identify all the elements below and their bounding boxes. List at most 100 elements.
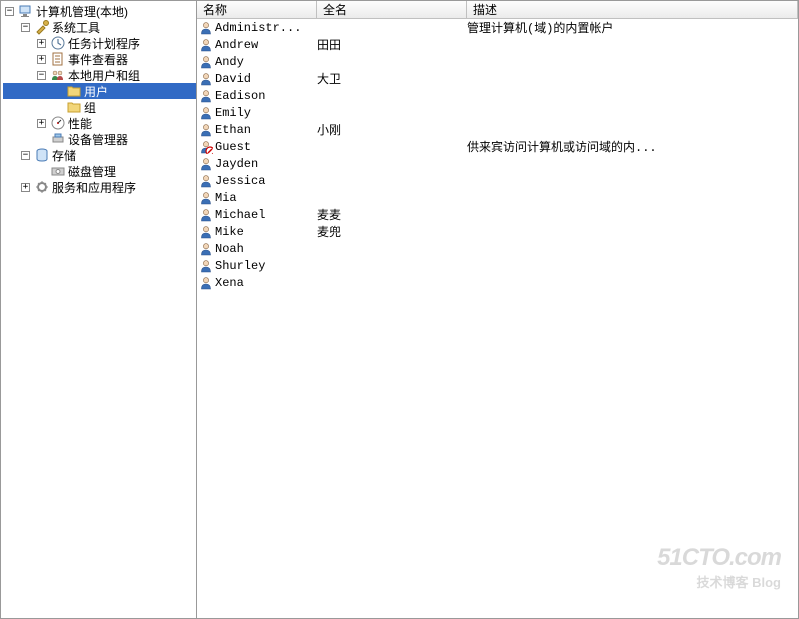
- user-disabled-icon: [199, 140, 213, 154]
- user-icon: [199, 106, 213, 120]
- table-row[interactable]: Andrew 田田: [197, 36, 798, 53]
- tree-item[interactable]: 设备管理器: [3, 131, 196, 147]
- user-icon: [199, 208, 213, 222]
- cell-name: Shurley: [199, 259, 317, 273]
- user-name-label: David: [215, 72, 251, 86]
- table-row[interactable]: Shurley: [197, 257, 798, 274]
- user-icon: [199, 225, 213, 239]
- user-icon: [199, 38, 213, 52]
- tree-item-label: 任务计划程序: [68, 35, 140, 52]
- col-header-name[interactable]: 名称: [197, 1, 317, 18]
- user-name-label: Emily: [215, 106, 251, 120]
- user-name-label: Ethan: [215, 123, 251, 137]
- users-group-icon: [50, 67, 66, 83]
- user-name-label: Andrew: [215, 38, 258, 52]
- cell-name: Xena: [199, 276, 317, 290]
- table-row[interactable]: Mike麦兜: [197, 223, 798, 240]
- user-name-label: Guest: [215, 140, 251, 154]
- collapse-toggle[interactable]: −: [37, 71, 46, 80]
- tree-item-label: 系统工具: [52, 19, 100, 36]
- folder-icon: [66, 99, 82, 115]
- tree-item[interactable]: − 系统工具: [3, 19, 196, 35]
- user-name-label: Shurley: [215, 259, 265, 273]
- tree-item[interactable]: +服务和应用程序: [3, 179, 196, 195]
- tree-item[interactable]: + 事件查看器: [3, 51, 196, 67]
- table-row[interactable]: Jessica: [197, 172, 798, 189]
- tree-item[interactable]: − 本地用户和组: [3, 67, 196, 83]
- expand-toggle[interactable]: +: [37, 39, 46, 48]
- tree-item-label: 用户: [84, 83, 108, 100]
- collapse-toggle[interactable]: −: [5, 7, 14, 16]
- table-row[interactable]: Ethan小刚: [197, 121, 798, 138]
- cell-name: Guest: [199, 140, 317, 154]
- tree-item[interactable]: 组: [3, 99, 196, 115]
- tree-item[interactable]: 用户: [3, 83, 196, 99]
- user-name-label: Mia: [215, 191, 237, 205]
- table-row[interactable]: Xena: [197, 274, 798, 291]
- tree-item-label: 本地用户和组: [68, 67, 140, 84]
- list-body: Administr...管理计算机(域)的内置帐户Andrew田田AndyDav…: [197, 19, 798, 618]
- user-name-label: Andy: [215, 55, 244, 69]
- cell-name: Mia: [199, 191, 317, 205]
- cell-name: Mike: [199, 225, 317, 239]
- tree-item[interactable]: + 性能: [3, 115, 196, 131]
- tree-item-label: 性能: [68, 115, 92, 132]
- user-icon: [199, 157, 213, 171]
- user-icon: [199, 259, 213, 273]
- cell-fullname: 大卫: [317, 70, 467, 87]
- cell-name: Administr...: [199, 21, 317, 35]
- tree-item-label: 组: [84, 99, 96, 116]
- user-name-label: Xena: [215, 276, 244, 290]
- table-row[interactable]: Mia: [197, 189, 798, 206]
- col-header-description[interactable]: 描述: [467, 1, 798, 18]
- tree-item[interactable]: + 任务计划程序: [3, 35, 196, 51]
- user-name-label: Mike: [215, 225, 244, 239]
- cell-name: Jessica: [199, 174, 317, 188]
- user-icon: [199, 276, 213, 290]
- table-row[interactable]: Noah: [197, 240, 798, 257]
- nav-tree: −计算机管理(本地)−系统工具+任务计划程序+事件查看器−本地用户和组用户组+性…: [1, 1, 197, 618]
- table-row[interactable]: David 大卫: [197, 70, 798, 87]
- table-row[interactable]: Emily: [197, 104, 798, 121]
- user-list-panel: 名称 全名 描述 Administr...管理计算机(域)的内置帐户Andrew…: [197, 1, 798, 618]
- disk-icon: [50, 163, 66, 179]
- cell-name: Eadison: [199, 89, 317, 103]
- cell-fullname: 田田: [317, 36, 467, 53]
- table-row[interactable]: Andy: [197, 53, 798, 70]
- user-name-label: Jayden: [215, 157, 258, 171]
- device-icon: [50, 131, 66, 147]
- expand-toggle[interactable]: +: [37, 55, 46, 64]
- user-icon: [199, 242, 213, 256]
- expand-toggle[interactable]: +: [37, 119, 46, 128]
- perf-icon: [50, 115, 66, 131]
- computer-icon: [18, 3, 34, 19]
- list-header: 名称 全名 描述: [197, 1, 798, 19]
- table-row[interactable]: Eadison: [197, 87, 798, 104]
- expand-toggle[interactable]: +: [21, 183, 30, 192]
- table-row[interactable]: Jayden: [197, 155, 798, 172]
- col-header-fullname[interactable]: 全名: [317, 1, 467, 18]
- table-row[interactable]: Michael麦麦: [197, 206, 798, 223]
- user-name-label: Eadison: [215, 89, 265, 103]
- event-icon: [50, 51, 66, 67]
- table-row[interactable]: Administr... 管理计算机(域)的内置帐户: [197, 19, 798, 36]
- cell-name: Andrew: [199, 38, 317, 52]
- tree-item-label: 事件查看器: [68, 51, 128, 68]
- cell-name: Jayden: [199, 157, 317, 171]
- table-row[interactable]: Guest供来宾访问计算机或访问域的内...: [197, 138, 798, 155]
- cell-name: David: [199, 72, 317, 86]
- cell-fullname: 麦麦: [317, 206, 467, 223]
- tree-item[interactable]: 磁盘管理: [3, 163, 196, 179]
- cell-description: 管理计算机(域)的内置帐户: [467, 19, 798, 36]
- collapse-toggle[interactable]: −: [21, 151, 30, 160]
- collapse-toggle[interactable]: −: [21, 23, 30, 32]
- tree-item[interactable]: − 计算机管理(本地): [3, 3, 196, 19]
- user-name-label: Administr...: [215, 21, 301, 35]
- tree-item[interactable]: −存储: [3, 147, 196, 163]
- tree-item-label: 磁盘管理: [68, 163, 116, 180]
- user-icon: [199, 123, 213, 137]
- services-icon: [34, 179, 50, 195]
- storage-icon: [34, 147, 50, 163]
- cell-name: Ethan: [199, 123, 317, 137]
- tree-item-label: 计算机管理(本地): [36, 3, 128, 20]
